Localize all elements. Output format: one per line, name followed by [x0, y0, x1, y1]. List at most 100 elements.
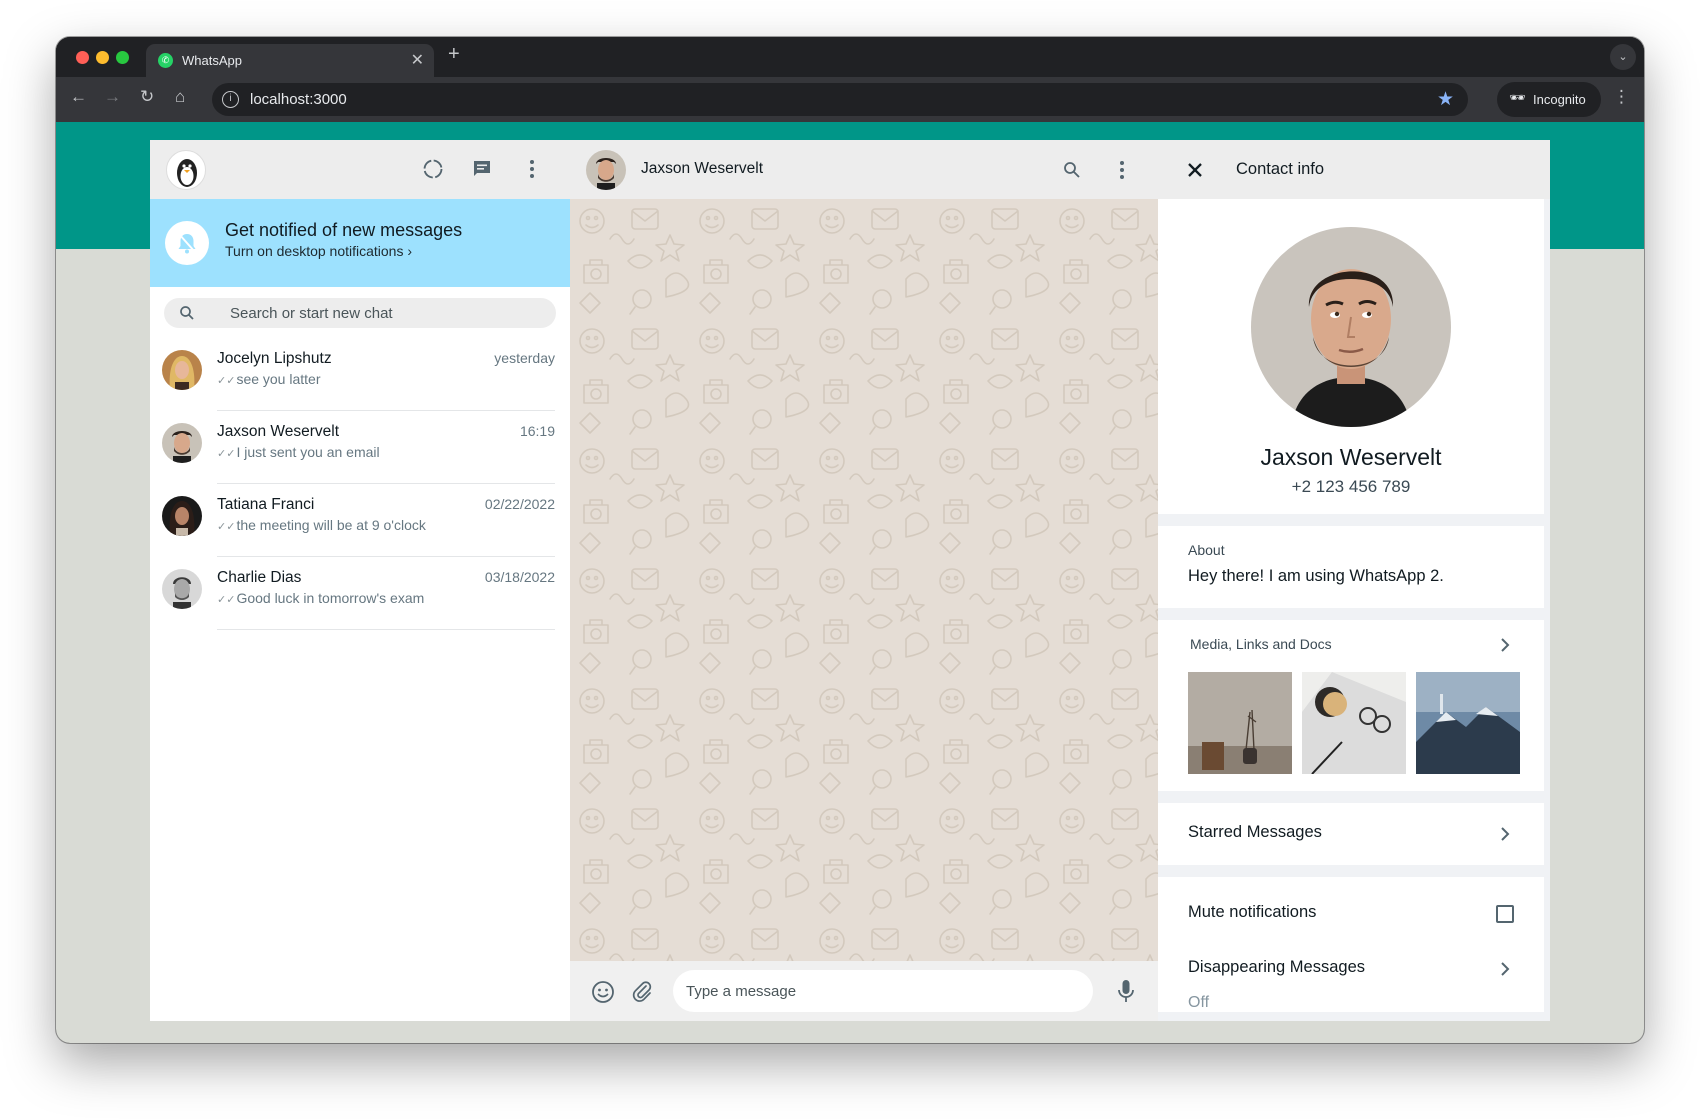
- search-icon[interactable]: [1062, 160, 1082, 180]
- contact-info-panel: Contact info Jaxson Weservelt +2 123 456…: [1158, 140, 1550, 1021]
- menu-icon[interactable]: [1110, 158, 1134, 182]
- chat-preview: ✓✓the meeting will be at 9 o'clock: [217, 517, 426, 533]
- avatar: [162, 569, 202, 609]
- notification-banner[interactable]: Get notified of new messages Turn on des…: [150, 199, 570, 287]
- chat-preview: ✓✓I just sent you an email: [217, 444, 380, 460]
- chat-time: yesterday: [494, 350, 555, 366]
- profile-phone: +2 123 456 789: [1291, 477, 1411, 496]
- incognito-icon: 🕶: [1509, 90, 1526, 105]
- chat-preview-text: see you latter: [236, 371, 321, 387]
- paperclip-icon[interactable]: [630, 979, 654, 1003]
- chat-list: Jocelyn Lipshutz yesterday ✓✓see you lat…: [150, 338, 570, 630]
- page-viewport: Get notified of new messages Turn on des…: [56, 122, 1644, 1043]
- whatsapp-app: Get notified of new messages Turn on des…: [150, 140, 1550, 1021]
- incognito-label: Incognito: [1533, 92, 1586, 107]
- profile-card: Jaxson Weservelt +2 123 456 789: [1158, 199, 1544, 514]
- sidebar-header: [150, 140, 570, 199]
- incognito-badge[interactable]: 🕶 Incognito: [1497, 82, 1601, 117]
- whatsapp-favicon-icon: ✆: [158, 53, 173, 68]
- emoji-icon[interactable]: [590, 979, 616, 1005]
- starred-messages-row[interactable]: Starred Messages: [1158, 803, 1544, 865]
- chat-preview: ✓✓see you latter: [217, 371, 321, 387]
- chat-name: Jaxson Weservelt: [217, 423, 340, 440]
- search-input[interactable]: [230, 298, 540, 328]
- settings-card: Mute notifications Disappearing Messages…: [1158, 877, 1544, 1021]
- search-icon: [178, 304, 196, 322]
- avatar[interactable]: [586, 150, 626, 190]
- more-vertical-icon[interactable]: ⋮: [1613, 87, 1630, 107]
- chat-time: 16:19: [519, 423, 555, 439]
- browser-tab[interactable]: ✆ WhatsApp ✕: [146, 44, 434, 77]
- media-thumbnail[interactable]: [1416, 672, 1520, 774]
- chat-item-jaxson-weservelt[interactable]: Jaxson Weservelt 16:19 ✓✓I just sent you…: [150, 411, 570, 484]
- microphone-icon[interactable]: [1114, 978, 1138, 1004]
- media-card[interactable]: Media, Links and Docs: [1158, 620, 1544, 791]
- conversation-panel: Jaxson Weservelt: [570, 140, 1158, 1021]
- browser-toolbar: ← → ↻ ⌂ i localhost:3000 ★ 🕶 Incognito ⋮: [56, 77, 1644, 122]
- close-window-button[interactable]: [76, 51, 89, 64]
- media-thumbnail[interactable]: [1188, 672, 1292, 774]
- about-text: Hey there! I am using WhatsApp 2.: [1188, 567, 1444, 585]
- profile-photo[interactable]: [1251, 227, 1451, 427]
- contact-info-header: Contact info: [1158, 140, 1550, 199]
- browser-window: ✆ WhatsApp ✕ + ⌄ ← → ↻ ⌂ i localhost:300…: [56, 37, 1644, 1043]
- chat-item-tatiana-franci[interactable]: Tatiana Franci 02/22/2022 ✓✓the meeting …: [150, 484, 570, 557]
- double-check-icon: ✓✓: [217, 521, 236, 533]
- double-check-icon: ✓✓: [217, 448, 236, 460]
- new-chat-icon[interactable]: [470, 157, 494, 181]
- avatar: [162, 350, 202, 390]
- search-bar: [164, 298, 556, 328]
- forward-arrow-icon[interactable]: →: [104, 87, 121, 107]
- chat-preview-text: Good luck in tomorrow's exam: [236, 590, 425, 606]
- chevron-right-icon[interactable]: [1495, 959, 1515, 979]
- new-tab-button[interactable]: +: [448, 43, 460, 66]
- media-thumbnail[interactable]: [1302, 672, 1406, 774]
- back-arrow-icon[interactable]: ←: [70, 87, 87, 107]
- tab-close-button[interactable]: ✕: [411, 50, 424, 70]
- site-info-icon[interactable]: i: [222, 91, 239, 108]
- divider: [1158, 1012, 1544, 1021]
- message-composer: [570, 961, 1158, 1021]
- bookmark-star-icon[interactable]: ★: [1437, 88, 1454, 111]
- chat-preview: ✓✓Good luck in tomorrow's exam: [217, 590, 424, 606]
- close-icon[interactable]: [1185, 160, 1205, 180]
- disappearing-value: Off: [1188, 994, 1210, 1011]
- starred-label: Starred Messages: [1188, 823, 1322, 841]
- status-icon[interactable]: [421, 157, 445, 181]
- avatar: [162, 423, 202, 463]
- chat-item-charlie-dias[interactable]: Charlie Dias 03/18/2022 ✓✓Good luck in t…: [150, 557, 570, 630]
- reload-icon[interactable]: ↻: [140, 87, 154, 107]
- tab-bar: ✆ WhatsApp ✕ + ⌄: [56, 37, 1644, 77]
- chat-time: 03/18/2022: [484, 569, 555, 585]
- conversation-header[interactable]: Jaxson Weservelt: [570, 140, 1158, 199]
- minimize-window-button[interactable]: [96, 51, 109, 64]
- divider: [217, 629, 555, 630]
- notification-title: Get notified of new messages: [225, 220, 463, 240]
- chat-sidebar: Get notified of new messages Turn on des…: [150, 140, 570, 1021]
- message-input[interactable]: [673, 970, 1093, 1012]
- chat-name: Jocelyn Lipshutz: [217, 350, 332, 367]
- address-url[interactable]: localhost:3000: [250, 91, 347, 108]
- chat-name: Charlie Dias: [217, 569, 302, 586]
- about-label: About: [1188, 542, 1225, 558]
- menu-icon[interactable]: [520, 157, 544, 181]
- disappearing-label[interactable]: Disappearing Messages: [1188, 958, 1365, 977]
- profile-name: Jaxson Weservelt: [1260, 444, 1442, 470]
- chat-preview-text: the meeting will be at 9 o'clock: [236, 517, 426, 533]
- mute-checkbox[interactable]: [1496, 905, 1514, 923]
- my-avatar[interactable]: [166, 150, 206, 190]
- address-bar[interactable]: i localhost:3000 ★: [212, 83, 1468, 116]
- notification-link[interactable]: Turn on desktop notifications ›: [225, 243, 412, 259]
- chevron-right-icon[interactable]: [1495, 635, 1515, 655]
- chevron-right-icon[interactable]: [1495, 824, 1515, 844]
- tab-search-chevron-icon[interactable]: ⌄: [1610, 44, 1636, 70]
- chat-item-jocelyn-lipshutz[interactable]: Jocelyn Lipshutz yesterday ✓✓see you lat…: [150, 338, 570, 411]
- zoom-window-button[interactable]: [116, 51, 129, 64]
- about-card: About Hey there! I am using WhatsApp 2.: [1158, 526, 1544, 608]
- conversation-contact-name[interactable]: Jaxson Weservelt: [641, 160, 763, 178]
- bell-off-icon: [165, 221, 209, 265]
- chat-name: Tatiana Franci: [217, 496, 315, 513]
- chat-preview-text: I just sent you an email: [236, 444, 380, 460]
- home-icon[interactable]: ⌂: [175, 87, 185, 107]
- avatar: [162, 496, 202, 536]
